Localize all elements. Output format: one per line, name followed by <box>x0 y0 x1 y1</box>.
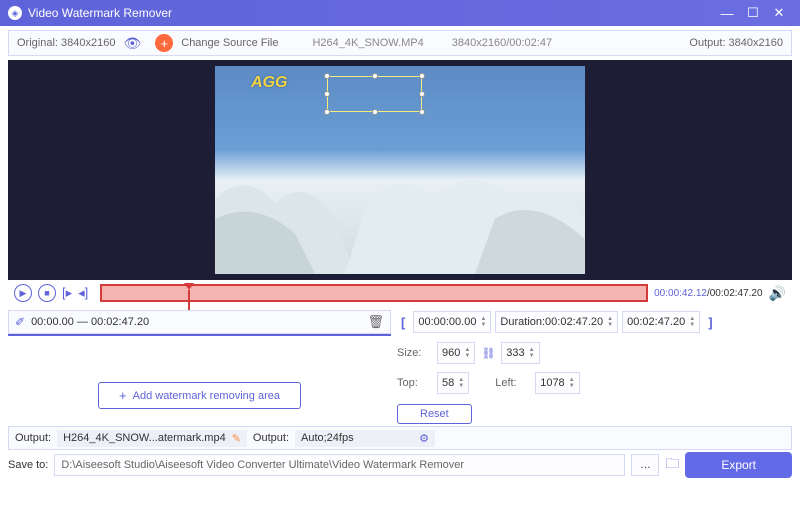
output-label-1: Output: <box>15 432 51 444</box>
top-input[interactable]: 58▲▼ <box>437 372 469 394</box>
set-start-button[interactable]: [▸ <box>62 285 72 301</box>
edit-filename-icon[interactable]: ✎ <box>232 432 241 445</box>
save-to-label: Save to: <box>8 459 48 471</box>
settings-icon[interactable]: ⚙ <box>419 432 429 445</box>
preview-area: AGG ▶ ■ [▸ ◂] 00 <box>8 60 792 306</box>
original-resolution: Original: 3840x2160 <box>17 37 115 49</box>
trim-row: [ 00:00:00.00▲▼ Duration:00:02:47.20▲▼ 0… <box>397 310 792 334</box>
height-input[interactable]: 333▲▼ <box>501 342 539 364</box>
snow-trees-graphic <box>215 149 585 274</box>
maximize-button[interactable]: ☐ <box>740 5 766 21</box>
plus-icon: + <box>119 388 127 403</box>
open-folder-icon[interactable]: 🗀 <box>665 453 679 477</box>
save-row: Save to: D:\Aiseesoft Studio\Aiseesoft V… <box>8 452 792 478</box>
duration-input[interactable]: Duration:00:02:47.20▲▼ <box>495 311 618 333</box>
selection-box[interactable] <box>327 76 422 112</box>
output-resolution: Output: 3840x2160 <box>689 37 783 49</box>
playback-controls: ▶ ■ [▸ ◂] 00:00:42.12/00:02:47.20 🔊 <box>8 280 792 306</box>
width-input[interactable]: 960▲▼ <box>437 342 475 364</box>
start-time-input[interactable]: 00:00:00.00▲▼ <box>413 311 491 333</box>
app-logo-icon: ◈ <box>8 6 22 20</box>
watermark-logo: AGG <box>251 74 287 92</box>
preview-toggle-icon[interactable]: 👁 <box>123 35 141 52</box>
time-display: 00:00:42.12/00:02:47.20 <box>654 288 762 299</box>
end-time-input[interactable]: 00:02:47.20▲▼ <box>622 311 700 333</box>
area-time-range: 00:00.00 — 00:02:47.20 <box>31 316 149 328</box>
save-path-input[interactable]: D:\Aiseesoft Studio\Aiseesoft Video Conv… <box>54 454 625 476</box>
size-label: Size: <box>397 347 431 359</box>
bracket-end-button[interactable]: ] <box>704 315 716 330</box>
delete-area-button[interactable]: 🗑 <box>367 314 384 330</box>
left-input[interactable]: 1078▲▼ <box>535 372 579 394</box>
area-range-bar: ✐ 00:00.00 — 00:02:47.20 🗑 <box>8 310 391 334</box>
left-label: Left: <box>495 377 529 389</box>
change-source-link[interactable]: Change Source File <box>181 37 278 49</box>
output-format-box[interactable]: Auto;24fps ⚙ <box>295 430 435 447</box>
volume-icon[interactable]: 🔊 <box>769 285 786 302</box>
aspect-lock-icon[interactable]: ⛓ <box>481 347 495 360</box>
playhead-marker[interactable] <box>184 283 194 290</box>
play-button[interactable]: ▶ <box>14 284 32 302</box>
set-end-button[interactable]: ◂] <box>78 285 88 301</box>
close-button[interactable]: ✕ <box>766 5 792 21</box>
output-label-2: Output: <box>253 432 289 444</box>
browse-button[interactable]: … <box>631 454 659 476</box>
minimize-button[interactable]: — <box>714 6 740 21</box>
source-resolution-time: 3840x2160/00:02:47 <box>452 37 552 49</box>
bracket-start-button[interactable]: [ <box>397 315 409 330</box>
info-bar: Original: 3840x2160 👁 + Change Source Fi… <box>8 30 792 56</box>
app-title: Video Watermark Remover <box>28 6 714 20</box>
add-area-button[interactable]: + Add watermark removing area <box>98 382 301 409</box>
output-filename-box: H264_4K_SNOW...atermark.mp4 ✎ <box>57 430 247 447</box>
reset-button[interactable]: Reset <box>397 404 472 424</box>
add-source-button[interactable]: + <box>155 34 173 52</box>
output-row: Output: H264_4K_SNOW...atermark.mp4 ✎ Ou… <box>8 426 792 450</box>
top-label: Top: <box>397 377 431 389</box>
timeline-slider[interactable] <box>100 284 648 302</box>
titlebar: ◈ Video Watermark Remover — ☐ ✕ <box>0 0 800 26</box>
eraser-icon: ✐ <box>15 315 25 329</box>
stop-button[interactable]: ■ <box>38 284 56 302</box>
source-filename: H264_4K_SNOW.MP4 <box>312 37 423 49</box>
export-button[interactable]: Export <box>685 452 792 478</box>
video-preview[interactable]: AGG <box>8 60 792 280</box>
